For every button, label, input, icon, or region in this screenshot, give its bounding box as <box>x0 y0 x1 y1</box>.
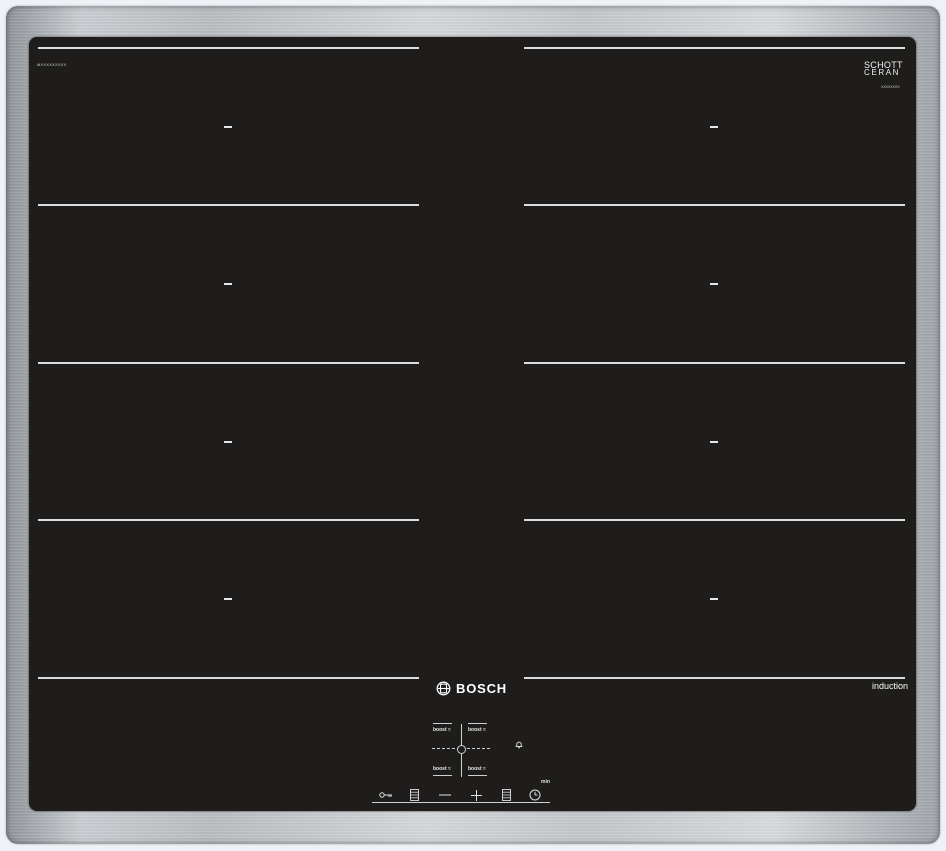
brand-name: BOSCH <box>456 681 507 696</box>
bell-icon[interactable] <box>515 740 523 749</box>
schott-logo-line2: CERAN <box>864 68 901 77</box>
zone-select-right-button[interactable] <box>492 788 520 802</box>
bosch-logo: BOSCH <box>436 681 507 696</box>
zone-divider-left-1 <box>38 204 419 206</box>
plus-button[interactable] <box>462 788 490 802</box>
zone-select-left-button[interactable] <box>400 788 428 802</box>
zone-divider-left-top <box>38 47 419 49</box>
boost-button-bottom-right[interactable]: boost ≈ <box>468 766 486 772</box>
timer-unit-label: min <box>541 779 550 785</box>
zone-divider-left-bottom <box>38 677 419 679</box>
plus-icon <box>470 789 482 801</box>
boost-top-left-line <box>433 723 452 724</box>
minus-icon <box>439 794 451 796</box>
zone-select-icon <box>501 789 511 801</box>
zone-divider-right-top <box>524 47 905 49</box>
cooking-zone-marker[interactable] <box>224 283 232 285</box>
serial-number: MXXXXXXXXX <box>37 62 67 67</box>
bosch-emblem-icon <box>436 681 451 696</box>
zone-select-icon <box>409 789 419 801</box>
zone-divider-right-1 <box>524 204 905 206</box>
cooking-zone-marker[interactable] <box>224 598 232 600</box>
timer-button[interactable] <box>521 788 549 802</box>
flex-zone-icon[interactable] <box>457 745 466 754</box>
cooking-zone-marker[interactable] <box>710 441 718 443</box>
schott-serial: XXXXXXXX <box>881 85 900 89</box>
cooking-zone-marker[interactable] <box>710 283 718 285</box>
cooking-zone-marker[interactable] <box>224 126 232 128</box>
clock-icon <box>529 789 541 801</box>
boost-top-right-line <box>468 723 487 724</box>
child-lock-button[interactable] <box>372 788 400 802</box>
induction-label: induction <box>872 681 909 691</box>
boost-bottom-left-line <box>433 775 452 776</box>
boost-button-top-right[interactable]: boost ≈ <box>468 727 486 733</box>
key-icon <box>379 792 392 798</box>
cooking-zone-marker[interactable] <box>710 126 718 128</box>
cooking-zone-marker[interactable] <box>710 598 718 600</box>
zone-divider-left-2 <box>38 362 419 364</box>
boost-button-bottom-left[interactable]: boost ≈ <box>433 766 451 772</box>
cooking-zone-marker[interactable] <box>224 441 232 443</box>
schott-ceran-logo: SCHOTT CERAN <box>864 61 903 77</box>
boost-button-top-left[interactable]: boost ≈ <box>433 727 451 733</box>
minus-button[interactable] <box>431 788 459 802</box>
zone-divider-right-bottom <box>524 677 905 679</box>
zone-divider-left-3 <box>38 519 419 521</box>
boost-bottom-right-line <box>468 775 487 776</box>
zone-divider-right-3 <box>524 519 905 521</box>
zone-divider-right-2 <box>524 362 905 364</box>
control-row-line <box>372 802 550 803</box>
